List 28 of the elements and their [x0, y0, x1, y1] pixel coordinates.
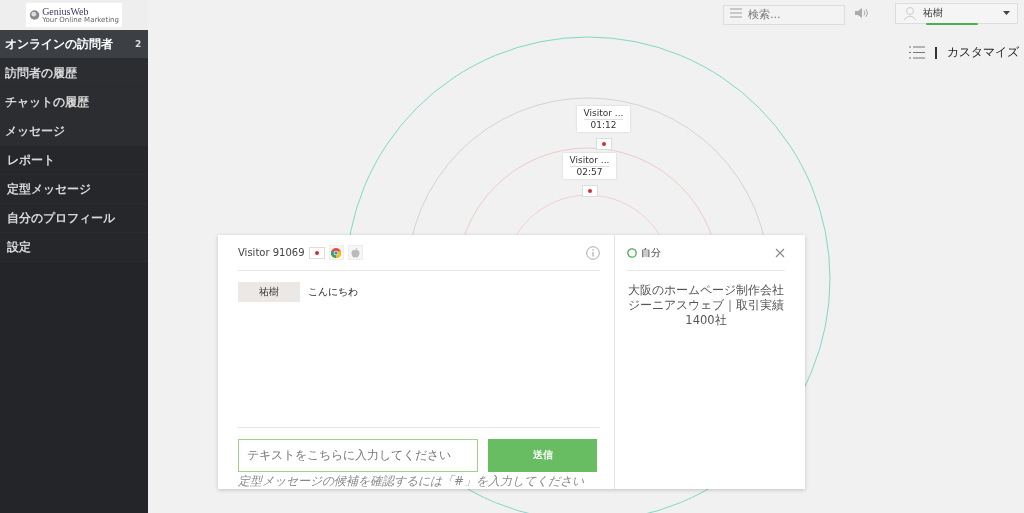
- profile-name: 自分: [641, 245, 661, 260]
- sidebar-item[interactable]: メッセージ: [0, 117, 148, 146]
- user-icon: [903, 6, 917, 20]
- apple-icon: [347, 245, 363, 260]
- hint-text: 定型メッセージの候補を確認するには「#」を入力してください: [238, 472, 586, 489]
- visitor-name: Visitor 91069: [238, 247, 305, 258]
- close-icon[interactable]: [775, 247, 785, 258]
- flag-icon: [308, 246, 325, 259]
- customize-link[interactable]: カスタマイズ: [947, 45, 1019, 60]
- menu-icon: [730, 8, 742, 18]
- profile-description: 大阪のホームページ制作会社ジーニアスウェブ｜取引実績1400社: [627, 282, 785, 328]
- user-dropdown[interactable]: 祐樹: [895, 2, 1018, 24]
- sidebar-item[interactable]: 訪問者の履歴: [0, 59, 148, 88]
- search-field[interactable]: 検索...: [723, 4, 845, 25]
- visitor-label[interactable]: Visitor ... 01:12: [577, 106, 630, 132]
- caret-icon: [1003, 11, 1010, 15]
- flag-icon: [595, 138, 612, 150]
- speaker-icon[interactable]: [855, 7, 869, 19]
- message-input[interactable]: テキストをこちらに入力してください: [238, 438, 478, 472]
- visitor-label[interactable]: Visitor ... 02:57: [563, 153, 616, 179]
- message-text: こんにちわ: [308, 285, 358, 299]
- flag-icon: [581, 185, 598, 197]
- browser-icon: [328, 245, 344, 260]
- sidebar-item[interactable]: チャットの履歴: [0, 88, 148, 117]
- sender-label: 祐樹: [238, 282, 300, 302]
- status-icon: [627, 247, 637, 258]
- list-icon[interactable]: [909, 46, 925, 59]
- sidebar-item[interactable]: オンラインの訪問者 2: [0, 30, 148, 59]
